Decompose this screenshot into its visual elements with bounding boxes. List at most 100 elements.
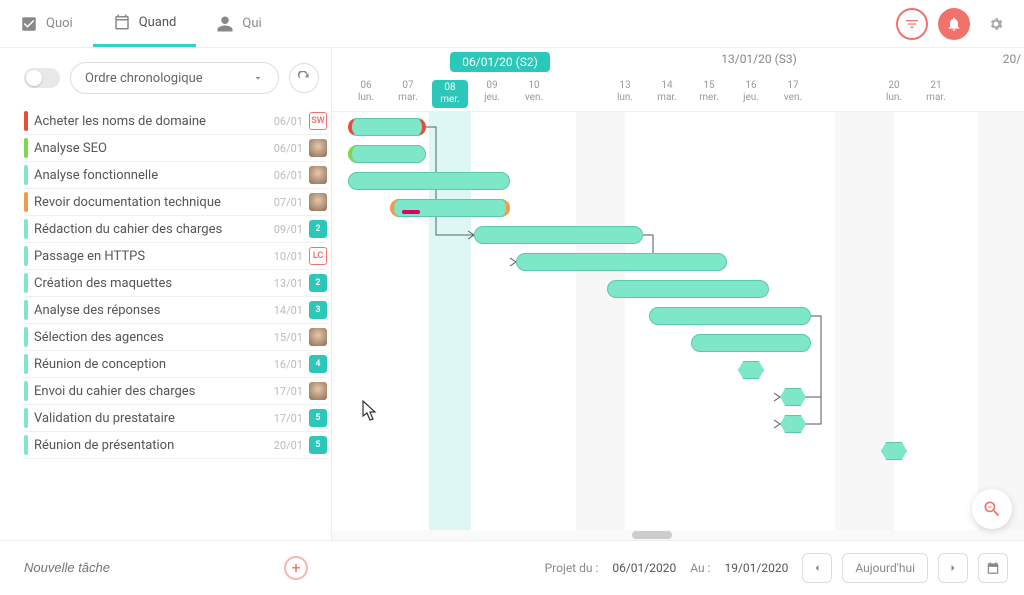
task-date: 15/01 xyxy=(274,331,303,344)
task-badge: 3 xyxy=(309,301,327,319)
gantt-bar[interactable] xyxy=(649,307,811,325)
tab-quoi[interactable]: Quoi xyxy=(0,0,93,47)
task-date: 17/01 xyxy=(274,412,303,425)
task-toolbar: Ordre chronologique xyxy=(0,48,331,102)
day-cell[interactable]: 07mar. xyxy=(387,80,429,104)
task-color xyxy=(24,219,28,239)
day-cell[interactable]: 09jeu. xyxy=(471,80,513,104)
task-row[interactable]: Revoir documentation technique 07/01 xyxy=(24,189,327,216)
day-cell[interactable]: 16jeu. xyxy=(730,80,772,104)
gantt-bar[interactable] xyxy=(607,280,769,298)
gantt-bar[interactable] xyxy=(516,253,727,271)
tab-quand[interactable]: Quand xyxy=(93,0,197,47)
gantt-bar[interactable] xyxy=(691,334,811,352)
gantt-milestone[interactable] xyxy=(780,388,806,406)
filter-button[interactable] xyxy=(896,8,928,40)
next-button[interactable] xyxy=(938,553,968,583)
notifications-button[interactable] xyxy=(938,8,970,40)
bell-icon xyxy=(946,16,962,32)
task-color xyxy=(24,246,28,266)
day-cell[interactable]: 06lun. xyxy=(345,80,387,104)
task-row[interactable]: Réunion de conception16/014 xyxy=(24,351,327,378)
task-date: 17/01 xyxy=(274,385,303,398)
week-label: 06/01/20 (S2) xyxy=(450,52,550,72)
day-cell[interactable]: 13lun. xyxy=(604,80,646,104)
main-area: Ordre chronologique Acheter les noms de … xyxy=(0,48,1024,540)
filter-icon xyxy=(904,16,920,32)
task-row[interactable]: Envoi du cahier des charges17/01 xyxy=(24,378,327,405)
project-from-label: Projet du : xyxy=(545,561,599,575)
task-panel: Ordre chronologique Acheter les noms de … xyxy=(0,48,332,540)
top-nav: Quoi Quand Qui xyxy=(0,0,1024,48)
day-cell[interactable]: 20lun. xyxy=(873,80,915,104)
task-name: Réunion de présentation xyxy=(34,438,268,453)
task-row[interactable]: Analyse des réponses14/013 xyxy=(24,297,327,324)
day-cell[interactable]: 17ven. xyxy=(772,80,814,104)
day-cell[interactable]: 10ven. xyxy=(513,80,555,104)
day-cell[interactable]: 15mer. xyxy=(688,80,730,104)
task-row[interactable]: Analyse fonctionnelle06/01 xyxy=(24,162,327,189)
week-header: 06/01/20 (S2)13/01/20 (S3)20/ xyxy=(332,48,1024,78)
task-row[interactable]: Analyse SEO06/01 xyxy=(24,135,327,162)
task-color xyxy=(24,327,28,347)
settings-button[interactable] xyxy=(980,8,1012,40)
project-to-date[interactable]: 19/01/2020 xyxy=(720,555,792,581)
history-toggle[interactable] xyxy=(24,68,60,88)
gantt-body[interactable] xyxy=(332,112,1024,532)
gantt-area[interactable]: 06/01/20 (S2)13/01/20 (S3)20/ 06lun.07ma… xyxy=(332,48,1024,540)
chevron-down-icon xyxy=(252,72,264,84)
task-date: 06/01 xyxy=(274,142,303,155)
gantt-milestone[interactable] xyxy=(881,442,907,460)
gantt-bar[interactable] xyxy=(348,172,510,190)
today-button[interactable]: Aujourd'hui xyxy=(842,553,928,583)
add-task-button[interactable]: + xyxy=(284,556,308,580)
task-row[interactable]: Acheter les noms de domaine06/01SW xyxy=(24,108,327,135)
gantt-bar[interactable] xyxy=(390,199,510,217)
calendar-button[interactable] xyxy=(978,553,1008,583)
gantt-bar[interactable] xyxy=(474,226,643,244)
task-name: Analyse fonctionnelle xyxy=(34,168,268,183)
person-icon xyxy=(216,15,234,33)
refresh-button[interactable] xyxy=(289,63,319,93)
task-row[interactable]: Réunion de présentation20/015 xyxy=(24,432,327,459)
task-date: 07/01 xyxy=(274,196,303,209)
zoom-button[interactable] xyxy=(972,489,1012,529)
task-row[interactable]: Passage en HTTPS10/01LC xyxy=(24,243,327,270)
task-name: Validation du prestataire xyxy=(34,411,268,426)
task-date: 13/01 xyxy=(274,277,303,290)
task-color xyxy=(24,192,28,212)
project-from-date[interactable]: 06/01/2020 xyxy=(608,555,680,581)
task-name: Analyse des réponses xyxy=(34,303,268,318)
day-cell[interactable]: 21mar. xyxy=(915,80,957,104)
task-row[interactable]: Création des maquettes13/012 xyxy=(24,270,327,297)
prev-button[interactable] xyxy=(802,553,832,583)
weekend-band xyxy=(835,112,894,532)
task-row[interactable]: Sélection des agences15/01 xyxy=(24,324,327,351)
task-row[interactable]: Validation du prestataire17/015 xyxy=(24,405,327,432)
task-color xyxy=(24,408,28,428)
day-cell[interactable]: 08mer. xyxy=(432,80,468,108)
gantt-milestone[interactable] xyxy=(738,361,764,379)
task-badge xyxy=(309,328,327,346)
task-badge: 5 xyxy=(309,436,327,454)
task-color xyxy=(24,273,28,293)
h-scrollbar-thumb[interactable] xyxy=(632,531,672,539)
tab-qui[interactable]: Qui xyxy=(196,0,281,47)
sort-dropdown[interactable]: Ordre chronologique xyxy=(70,62,279,94)
task-badge xyxy=(309,193,327,211)
gantt-bar[interactable] xyxy=(348,145,426,163)
weekend-band xyxy=(576,112,625,532)
day-cell[interactable]: 14mar. xyxy=(646,80,688,104)
cursor-icon xyxy=(362,400,378,422)
task-color xyxy=(24,111,28,131)
h-scrollbar[interactable] xyxy=(332,530,1024,540)
new-task-input[interactable] xyxy=(24,560,284,575)
task-date: 06/01 xyxy=(274,115,303,128)
week-label: 20/ xyxy=(962,52,1024,66)
task-name: Passage en HTTPS xyxy=(34,249,268,264)
task-name: Revoir documentation technique xyxy=(34,195,268,210)
gantt-milestone[interactable] xyxy=(780,415,806,433)
task-row[interactable]: Rédaction du cahier des charges09/012 xyxy=(24,216,327,243)
gantt-bar[interactable] xyxy=(348,118,426,136)
task-badge xyxy=(309,139,327,157)
